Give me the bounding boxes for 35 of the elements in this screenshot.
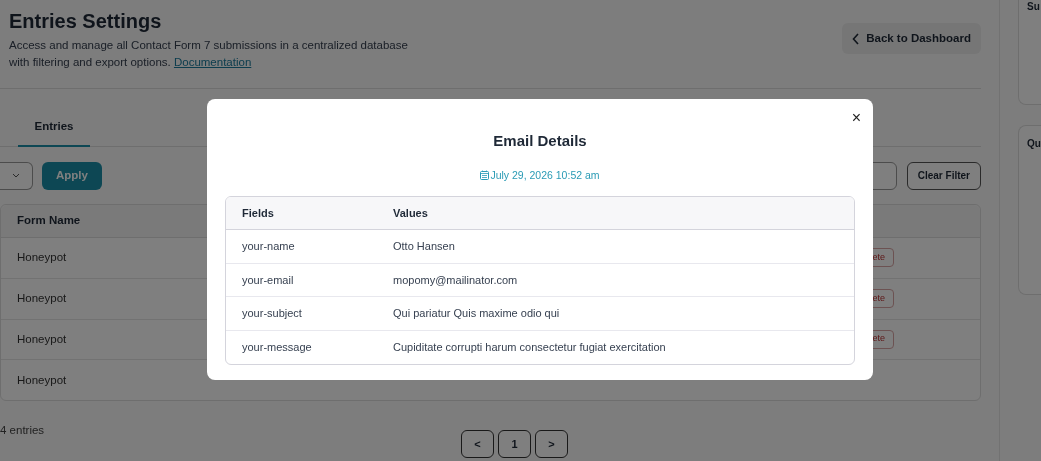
- table-cell-text: Honeypot: [16, 291, 68, 306]
- tab[interactable]: Entries: [18, 109, 90, 147]
- table-cell-text: your-message: [241, 340, 313, 356]
- email-date: July 29, 2026 10:52 am: [490, 167, 600, 183]
- entry-count: 4 entries: [0, 423, 45, 439]
- table-cell-text: Otto Hansen: [393, 239, 455, 255]
- close-button[interactable]: ×: [851, 110, 861, 126]
- page-button[interactable]: >: [535, 430, 568, 458]
- column-header: Form Name: [16, 213, 81, 229]
- table-cell-text: Honeypot: [16, 331, 68, 347]
- card-title: Su: [1027, 0, 1041, 14]
- table-cell-text: Honeypot: [16, 372, 68, 388]
- card-title: Qu: [1027, 137, 1041, 151]
- table-cell-text: Cupiditate corrupti harum consectetur fugiat exercitation: [393, 340, 666, 356]
- column-header: Fields: [241, 206, 275, 221]
- chevron-down-icon: [12, 173, 20, 178]
- table-cell-text: your-name: [241, 239, 296, 255]
- page-button[interactable]: 1: [498, 430, 531, 458]
- page-button[interactable]: <: [461, 430, 494, 458]
- chevron-left-icon: [852, 32, 861, 45]
- clear-filter-button[interactable]: Clear Filter: [906, 161, 981, 190]
- back-button[interactable]: Back to Dashboard: [842, 23, 981, 54]
- table-cell-text: your-email: [241, 272, 295, 288]
- calendar-icon: [480, 170, 490, 181]
- documentation-link[interactable]: Documentation: [173, 56, 252, 68]
- table-cell-text: mopomy@mailinator.com: [393, 272, 518, 288]
- select-field[interactable]: [0, 161, 33, 190]
- page-description: Access and manage all Contact Form 7 submissions in a centralized database with filtering and export options. Documentation: [9, 38, 409, 70]
- page-title: Entries Settings: [9, 9, 163, 34]
- modal-title: Email Details: [493, 131, 587, 151]
- table-cell-text: Qui pariatur Quis maxime odio qui: [393, 306, 560, 322]
- column-header: Values: [393, 206, 428, 221]
- apply-button[interactable]: Apply: [42, 161, 102, 190]
- table-cell-text: your-subject: [241, 306, 303, 322]
- table-cell-text: Honeypot: [16, 250, 68, 266]
